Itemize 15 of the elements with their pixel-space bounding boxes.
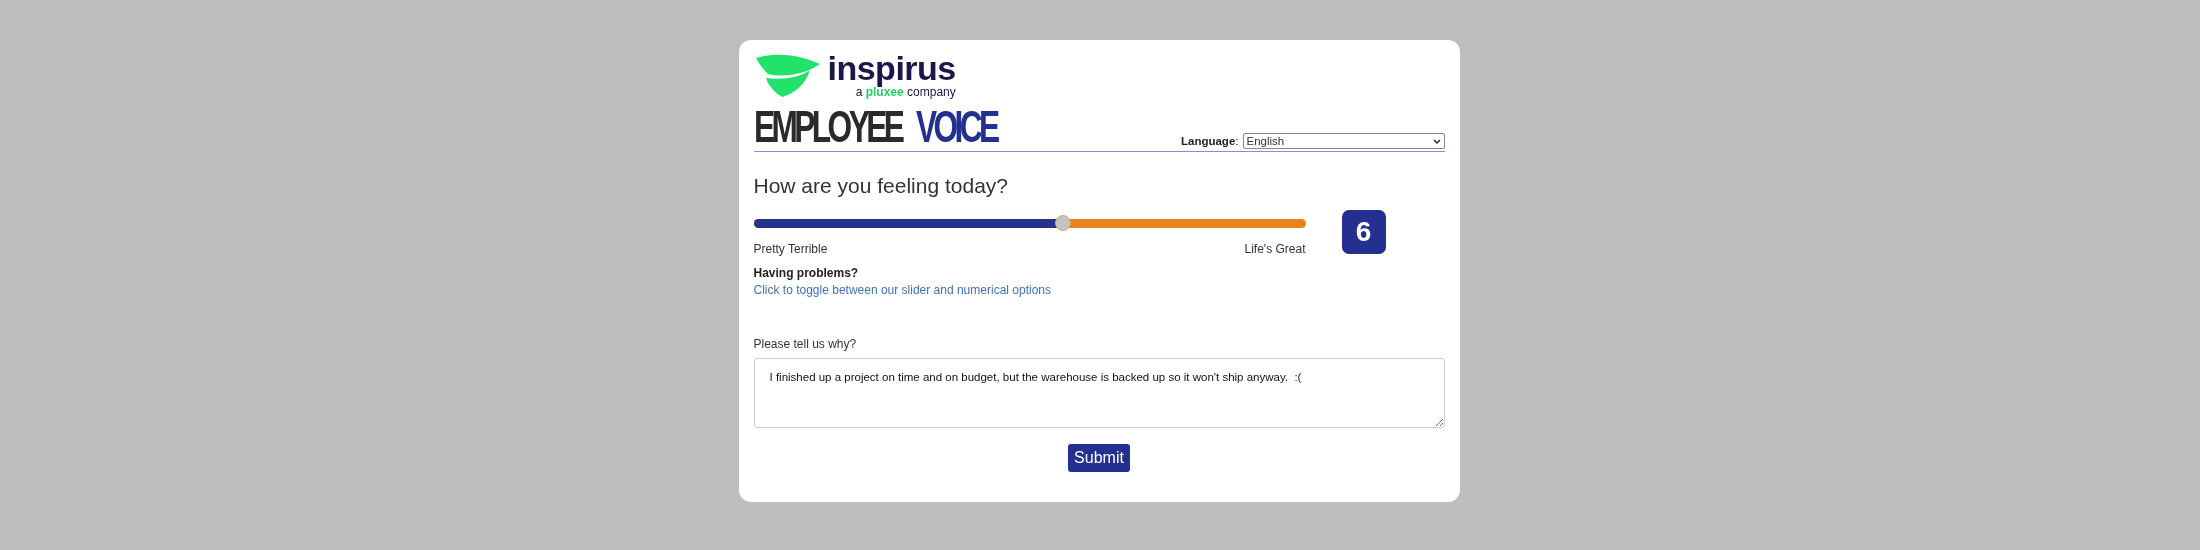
min-label: Pretty Terrible [753,242,828,256]
banner-title: VOICE [916,105,997,149]
reason-field[interactable]: I finished up a project on time and on budget, but the warehouse is backed up so it won't ship anyway. :( [753,358,1445,428]
language-select[interactable]: English [1242,133,1445,149]
submit-button[interactable]: Submit [1068,444,1130,472]
toggle-link[interactable]: Click to toggle between our slider and numerical options [753,283,1051,297]
slider-thumb[interactable] [1054,215,1071,231]
question-text: How are you feeling today? [753,174,1009,198]
max-label: Life's Great [1244,242,1306,256]
banner-title: EMPLOYEE [753,105,901,149]
chevron-icon [1432,138,1441,144]
language-label: Language: [1181,135,1239,147]
score-badge: 6 [1341,210,1386,254]
reason-label: Please tell us why? [753,337,858,351]
help-title: Having problems? [753,266,860,280]
